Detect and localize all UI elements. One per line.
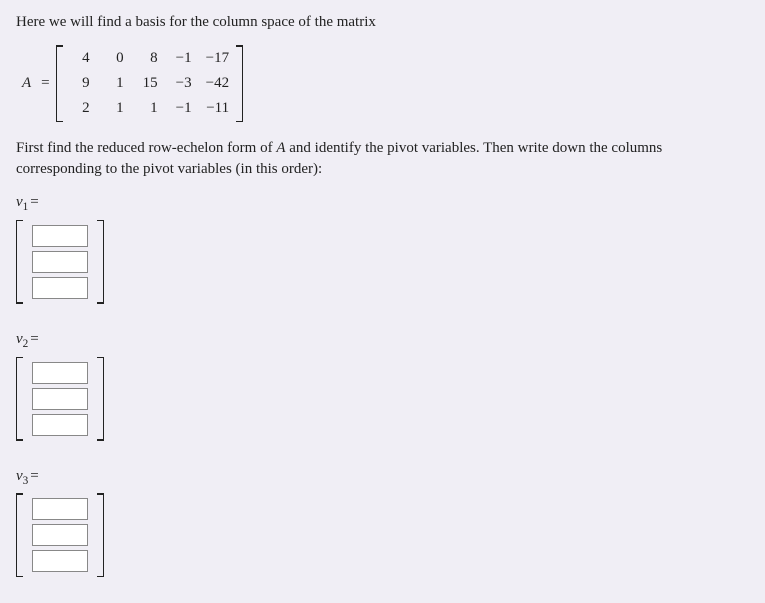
v3-input-2[interactable] — [32, 524, 88, 546]
instruction-A: A — [276, 140, 285, 156]
vector-brackets-v1 — [16, 220, 104, 304]
vector-v1: v1= — [16, 192, 749, 311]
vector-label-v2: v2= — [16, 329, 39, 353]
matrix-cell: 1 — [104, 73, 124, 94]
v1-input-3[interactable] — [32, 277, 88, 299]
vec-equals: = — [30, 331, 38, 347]
vector-body — [24, 357, 96, 441]
bracket-left-icon — [16, 220, 24, 304]
matrix-label: A — [16, 73, 31, 94]
vec-letter: v — [16, 194, 23, 210]
instruction-text: First find the reduced row-echelon form … — [16, 138, 749, 180]
matrix-equation: A = 4 0 8 −1 −17 9 1 15 −3 −42 2 1 1 −1 … — [16, 45, 749, 122]
instruction-part1: First find the reduced row-echelon form … — [16, 140, 276, 156]
matrix-cell: 2 — [70, 98, 90, 119]
v2-input-1[interactable] — [32, 362, 88, 384]
matrix-cell: 1 — [104, 98, 124, 119]
vector-brackets-v2 — [16, 357, 104, 441]
v2-input-2[interactable] — [32, 388, 88, 410]
intro-text: Here we will find a basis for the column… — [16, 12, 749, 33]
matrix-cell: 8 — [138, 48, 158, 69]
matrix-body: 4 0 8 −1 −17 9 1 15 −3 −42 2 1 1 −1 −11 — [64, 45, 235, 122]
matrix-cell: 9 — [70, 73, 90, 94]
bracket-right-icon — [96, 357, 104, 441]
matrix-cell: −1 — [172, 48, 192, 69]
vector-v3: v3= — [16, 466, 749, 585]
v1-input-1[interactable] — [32, 225, 88, 247]
bracket-left-icon — [16, 493, 24, 577]
vec-subscript: 1 — [23, 201, 29, 213]
bracket-right-icon — [235, 45, 243, 122]
matrix-cell: −17 — [206, 48, 229, 69]
bracket-left-icon — [16, 357, 24, 441]
vec-letter: v — [16, 331, 23, 347]
bracket-right-icon — [96, 220, 104, 304]
matrix-cell: −11 — [206, 98, 229, 119]
vector-v2: v2= — [16, 329, 749, 448]
equals-sign: = — [41, 73, 49, 94]
vector-body — [24, 493, 96, 577]
vec-subscript: 3 — [23, 475, 29, 487]
vector-body — [24, 220, 96, 304]
vec-equals: = — [30, 194, 38, 210]
matrix-cell: −1 — [172, 98, 192, 119]
vector-label-v3: v3= — [16, 466, 39, 490]
matrix-cell: 0 — [104, 48, 124, 69]
vec-subscript: 2 — [23, 338, 29, 350]
matrix-cell: 15 — [138, 73, 158, 94]
vector-label-v1: v1= — [16, 192, 39, 216]
vec-equals: = — [30, 468, 38, 484]
v3-input-1[interactable] — [32, 498, 88, 520]
matrix-cell: 1 — [138, 98, 158, 119]
matrix-A: 4 0 8 −1 −17 9 1 15 −3 −42 2 1 1 −1 −11 — [56, 45, 243, 122]
v3-input-3[interactable] — [32, 550, 88, 572]
bracket-right-icon — [96, 493, 104, 577]
matrix-cell: 4 — [70, 48, 90, 69]
vector-brackets-v3 — [16, 493, 104, 577]
matrix-cell: −42 — [206, 73, 229, 94]
v1-input-2[interactable] — [32, 251, 88, 273]
bracket-left-icon — [56, 45, 64, 122]
v2-input-3[interactable] — [32, 414, 88, 436]
vec-letter: v — [16, 468, 23, 484]
matrix-cell: −3 — [172, 73, 192, 94]
